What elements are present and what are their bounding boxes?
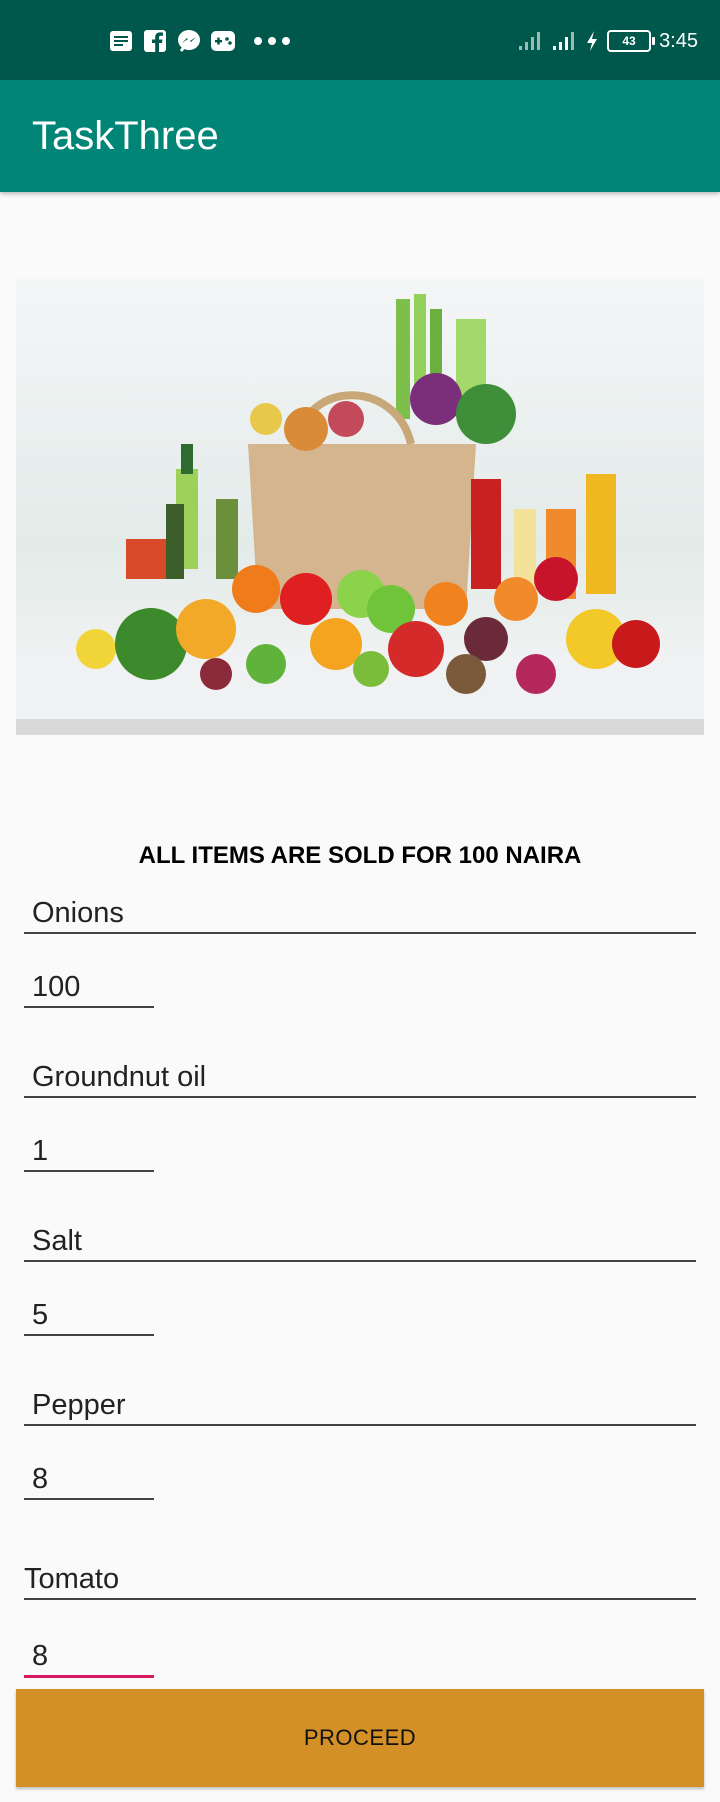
battery-icon: 43 xyxy=(607,30,656,52)
app-bar: TaskThree xyxy=(0,80,720,192)
item-qty-field-groundnut-oil[interactable]: 1 xyxy=(24,1120,154,1172)
status-bar: 43 3:45 xyxy=(0,0,720,80)
app-title: TaskThree xyxy=(32,114,219,158)
item-qty-value: 8 xyxy=(32,1463,49,1495)
system-icons: 43 3:45 xyxy=(517,24,698,58)
item-qty-value: 8 xyxy=(32,1640,49,1672)
item-name-field-onions[interactable]: Onions xyxy=(24,882,696,934)
signal-icon xyxy=(553,32,575,50)
item-name-value: Onions xyxy=(32,897,124,929)
item-name-value: Salt xyxy=(32,1225,82,1257)
item-name-field-pepper[interactable]: Pepper xyxy=(24,1374,696,1426)
game-icon xyxy=(210,28,236,54)
item-qty-field-salt[interactable]: 5 xyxy=(24,1284,154,1336)
notification-icons xyxy=(108,24,290,58)
item-name-value: Pepper xyxy=(32,1389,126,1421)
item-qty-field-tomato[interactable]: 8 xyxy=(24,1625,154,1678)
more-dots-icon xyxy=(254,37,290,45)
item-name-field-salt[interactable]: Salt xyxy=(24,1210,696,1262)
item-name-value: Tomato xyxy=(24,1563,120,1595)
item-qty-field-pepper[interactable]: 8 xyxy=(24,1448,154,1500)
charging-icon xyxy=(587,31,598,51)
item-qty-field-onions[interactable]: 100 xyxy=(24,956,154,1008)
battery-level: 43 xyxy=(622,34,636,48)
news-icon xyxy=(108,28,134,54)
proceed-button[interactable]: PROCEED xyxy=(16,1689,704,1787)
item-name-value: Groundnut oil xyxy=(32,1061,207,1093)
messenger-icon xyxy=(176,28,202,54)
facebook-icon xyxy=(142,28,168,54)
item-name-field-tomato[interactable]: Tomato xyxy=(24,1548,696,1600)
groceries-image xyxy=(16,279,704,735)
item-qty-value: 1 xyxy=(32,1135,49,1167)
item-qty-value: 5 xyxy=(32,1299,49,1331)
signal-icon xyxy=(519,32,541,50)
item-qty-value: 100 xyxy=(32,971,81,1003)
clock: 3:45 xyxy=(659,29,698,52)
price-notice: ALL ITEMS ARE SOLD FOR 100 NAIRA xyxy=(138,842,582,869)
item-name-field-groundnut-oil[interactable]: Groundnut oil xyxy=(24,1046,696,1098)
